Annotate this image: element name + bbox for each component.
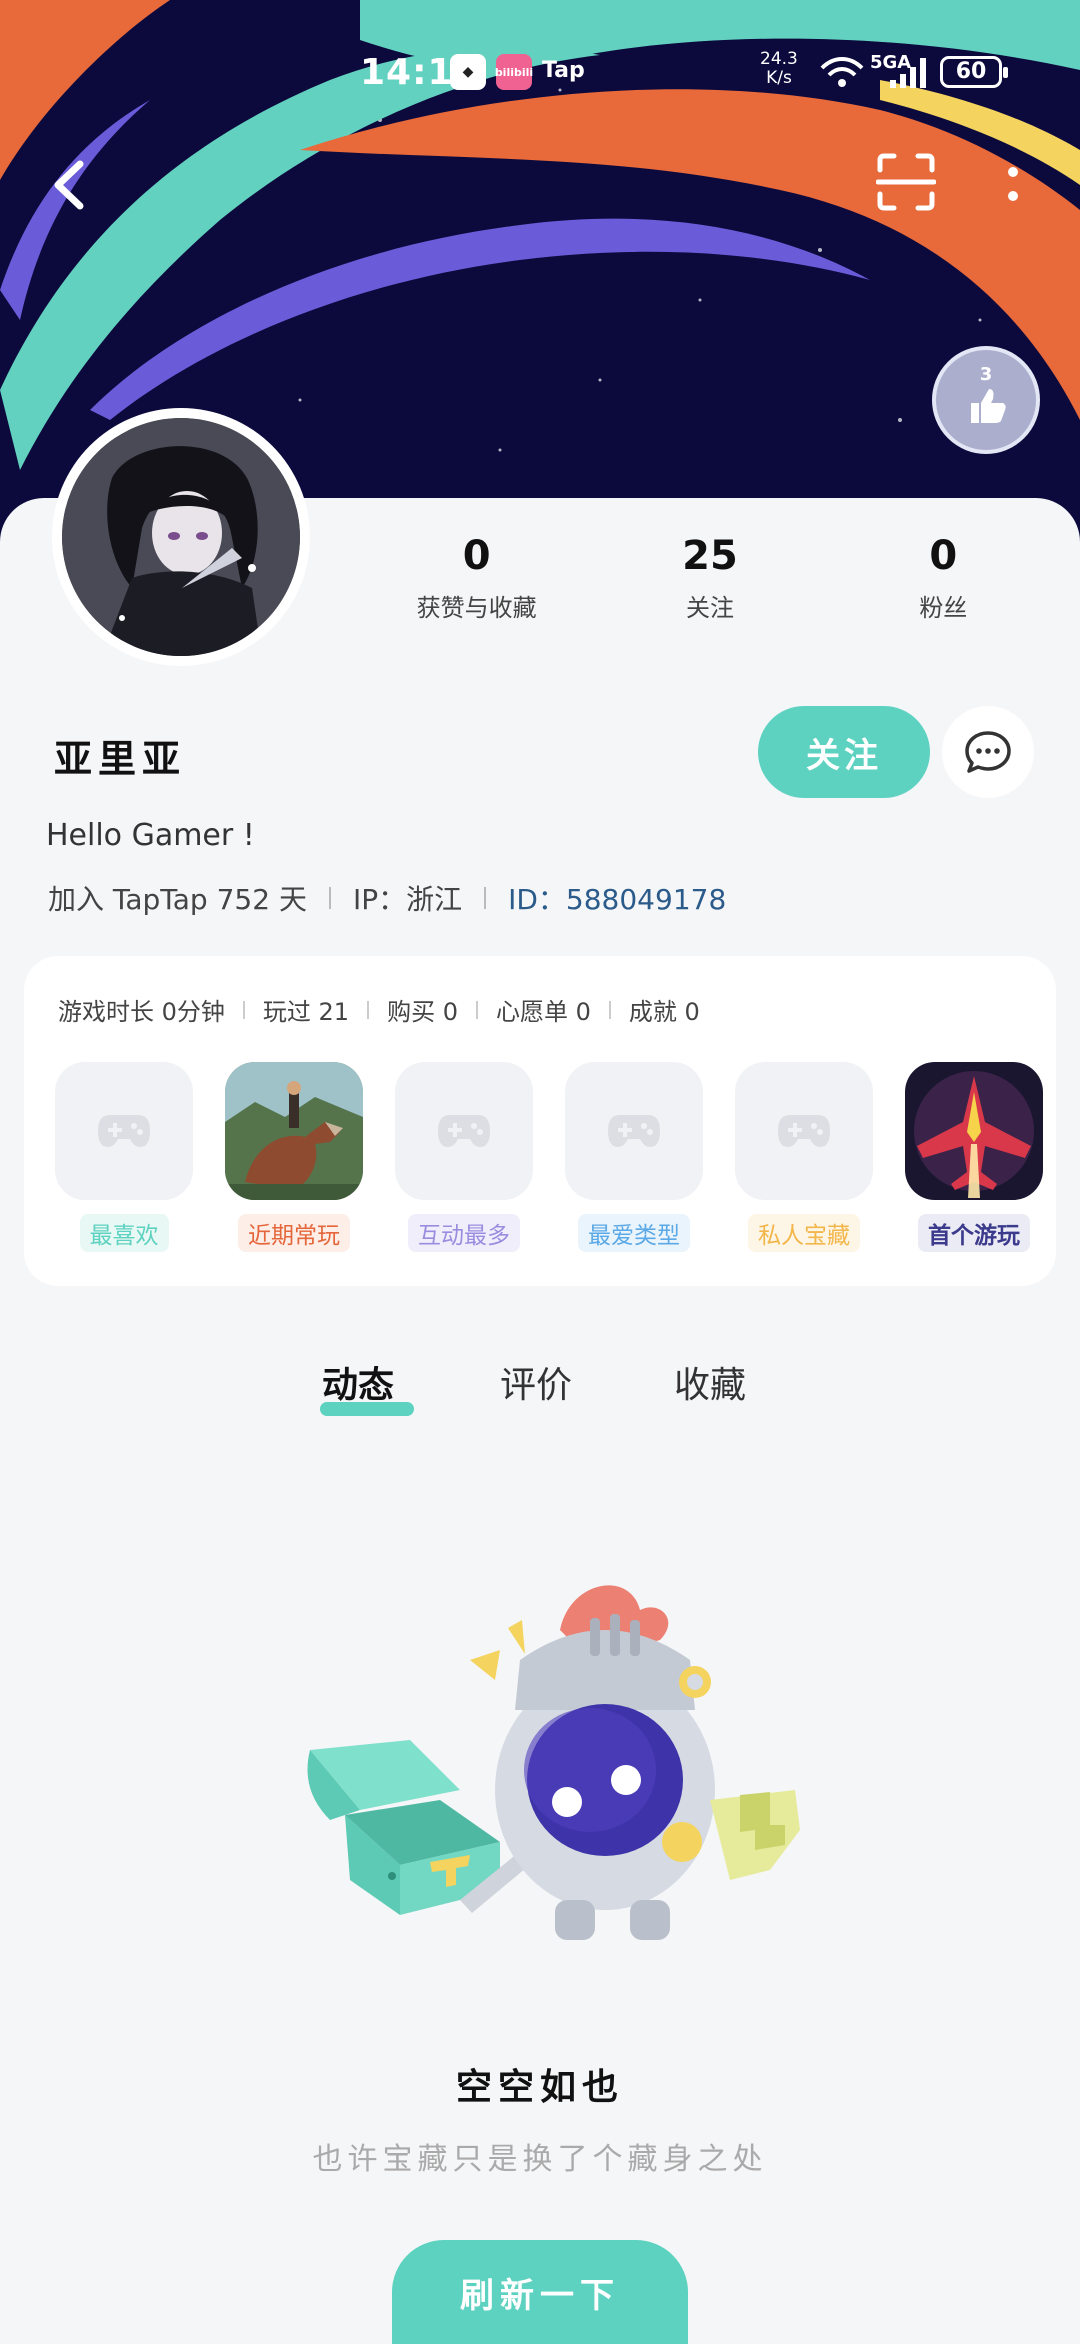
gamepad-icon: [735, 1062, 873, 1200]
game-tag: 最喜欢: [79, 1214, 169, 1252]
bio-text: Hello Gamer !: [46, 818, 255, 853]
refresh-button[interactable]: 刷新一下: [392, 2240, 688, 2344]
chat-bubble-icon: [965, 731, 1011, 773]
game-slot-genre[interactable]: 最爱类型: [564, 1062, 704, 1252]
tab-favorites[interactable]: 收藏: [674, 1356, 746, 1408]
stat-following[interactable]: 25 关注: [593, 528, 826, 628]
scan-icon[interactable]: [876, 152, 936, 212]
empty-state-title: 空空如也: [455, 2067, 624, 2108]
playtime-stat[interactable]: 游戏时长 0分钟: [58, 992, 225, 1027]
game-stats-row: 游戏时长 0分钟 玩过 21 购买 0 心愿单 0 成就 0: [58, 992, 700, 1027]
more-options-icon[interactable]: [1000, 162, 1026, 212]
game-slot-first[interactable]: 首个游玩: [904, 1062, 1044, 1252]
game-slot-recent[interactable]: 近期常玩: [224, 1062, 364, 1252]
wifi-icon: [820, 57, 864, 87]
level-badge[interactable]: 3: [932, 346, 1040, 454]
thumbs-up-icon: [971, 389, 1006, 423]
jet-fighter-game-art: [905, 1062, 1043, 1200]
back-arrow-icon[interactable]: [44, 150, 94, 220]
achievements-stat[interactable]: 成就 0: [629, 992, 700, 1027]
game-slot-interaction[interactable]: 互动最多: [394, 1062, 534, 1252]
game-tag: 首个游玩: [918, 1214, 1030, 1252]
profile-stats: 0 获赞与收藏 25 关注 0 粉丝: [360, 528, 1060, 628]
empty-state-subtitle: 也许宝藏只是换了个藏身之处: [312, 2142, 768, 2177]
game-tag: 最爱类型: [578, 1214, 690, 1252]
wishlist-stat[interactable]: 心愿单 0: [496, 992, 591, 1027]
joined-days: 加入 TapTap 752 天: [48, 883, 307, 916]
game-summary-card: 游戏时长 0分钟 玩过 21 购买 0 心愿单 0 成就 0 最喜欢 近期常玩 …: [24, 956, 1056, 1286]
game-slot-favorite[interactable]: 最喜欢: [54, 1062, 194, 1252]
tab-activity[interactable]: 动态: [322, 1356, 394, 1408]
user-id[interactable]: ID：588049178: [508, 878, 726, 918]
game-tag: 互动最多: [408, 1214, 520, 1252]
empty-state-illustration: [307, 1585, 800, 1940]
badge-level: 3: [979, 364, 993, 385]
game-tag: 近期常玩: [238, 1214, 350, 1252]
divider: [328, 887, 331, 909]
divider: [608, 1000, 611, 1019]
tap-notification-label: Tap: [542, 58, 585, 83]
message-button[interactable]: [942, 706, 1034, 798]
profile-meta: 加入 TapTap 752 天 IP：浙江 ID：588049178: [48, 878, 726, 918]
game-highlights: 最喜欢 近期常玩 互动最多 最爱类型 私人宝藏 首个游玩: [54, 1062, 1044, 1252]
game-tag: 私人宝藏: [748, 1214, 860, 1252]
network-speed: 24.3 K/s: [760, 49, 798, 88]
stat-likes[interactable]: 0 获赞与收藏: [360, 528, 593, 628]
profile-tabs: 动态 评价 收藏: [0, 1356, 1080, 1426]
stat-followers[interactable]: 0 粉丝: [827, 528, 1060, 628]
avatar-image: [62, 418, 300, 656]
username: 亚里亚: [54, 737, 187, 781]
game-slot-treasure[interactable]: 私人宝藏: [734, 1062, 874, 1252]
battery-indicator: 60: [940, 56, 1008, 88]
avatar[interactable]: [52, 408, 310, 666]
status-bar: 14:11 ◆ bilibili Tap 24.3 K/s 5GA 60: [0, 48, 1080, 98]
divider: [242, 1000, 245, 1019]
gamepad-icon: [55, 1062, 193, 1200]
bilibili-icon: bilibili: [495, 54, 533, 90]
signal-icon: [890, 58, 926, 88]
purchased-stat[interactable]: 购买 0: [387, 992, 458, 1027]
divider: [484, 887, 487, 909]
played-stat[interactable]: 玩过 21: [263, 992, 349, 1027]
ip-location: IP：浙江: [352, 883, 463, 916]
tab-reviews[interactable]: 评价: [500, 1356, 572, 1408]
app-notification-icon: ◆: [450, 54, 486, 90]
divider: [367, 1000, 370, 1019]
dinosaur-game-art: [225, 1062, 363, 1200]
divider: [475, 1000, 478, 1019]
gamepad-icon: [565, 1062, 703, 1200]
follow-button[interactable]: 关注: [758, 706, 930, 798]
gamepad-icon: [395, 1062, 533, 1200]
